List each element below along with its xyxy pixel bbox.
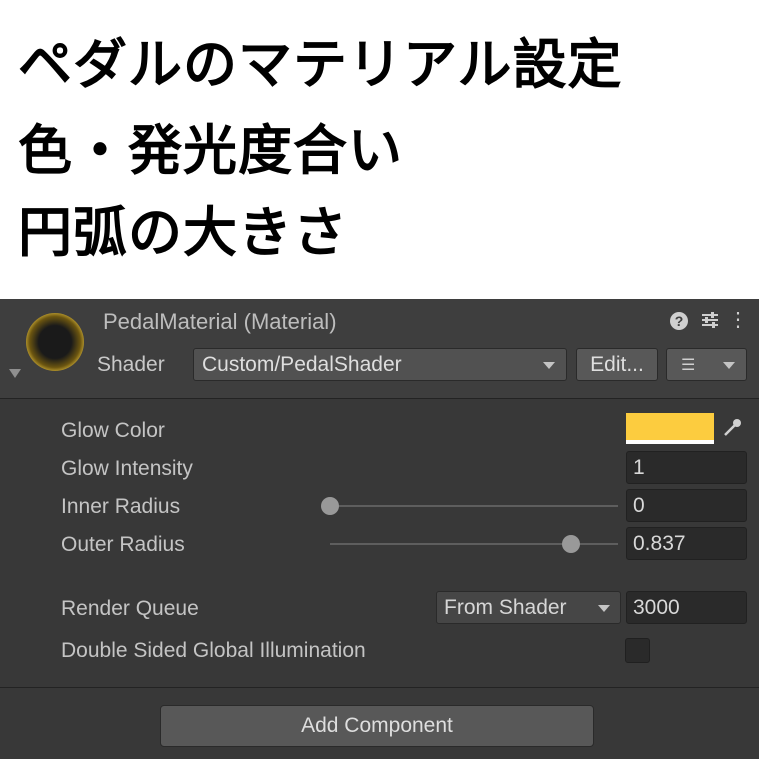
render-queue-label: Render Queue (61, 597, 199, 620)
foldout-arrow-icon[interactable] (9, 369, 21, 378)
shader-label: Shader (97, 353, 165, 376)
render-queue-dropdown[interactable]: From Shader (436, 591, 621, 624)
inner-radius-slider-thumb[interactable] (321, 497, 339, 515)
shader-dropdown[interactable]: Custom/PedalShader (193, 348, 567, 381)
inner-radius-field[interactable]: 0 (626, 489, 747, 522)
double-sided-gi-label: Double Sided Global Illumination (61, 639, 366, 662)
shader-value: Custom/PedalShader (202, 353, 402, 376)
material-header: PedalMaterial (Material) ? ⋮ Shader Cust… (0, 299, 759, 399)
chevron-down-icon (598, 605, 610, 612)
caption-line-3: 円弧の大きさ (18, 201, 348, 264)
render-queue-field[interactable]: 3000 (626, 591, 747, 624)
glow-color-label: Glow Color (61, 419, 165, 442)
shader-options-button[interactable]: ☰ (666, 348, 747, 381)
caption-line-1: ペダルのマテリアル設定 (18, 33, 623, 96)
material-preview (26, 313, 84, 371)
inner-radius-slider[interactable] (330, 505, 618, 507)
material-title: PedalMaterial (Material) (103, 309, 337, 334)
caption-line-2: 色・発光度合い (18, 119, 403, 182)
inner-radius-label: Inner Radius (61, 495, 181, 518)
outer-radius-field[interactable]: 0.837 (626, 527, 747, 560)
glow-intensity-field[interactable]: 1 (626, 451, 747, 484)
chevron-down-icon (723, 362, 735, 369)
help-icon[interactable]: ? (668, 307, 690, 333)
glow-color-swatch[interactable] (626, 413, 714, 444)
add-component-button[interactable]: Add Component (160, 705, 594, 747)
outer-radius-label: Outer Radius (61, 533, 185, 556)
material-inspector: PedalMaterial (Material) ? ⋮ Shader Cust… (0, 299, 759, 759)
chevron-down-icon (543, 362, 555, 369)
divider (0, 687, 759, 688)
outer-radius-slider-thumb[interactable] (562, 535, 581, 553)
render-queue-mode: From Shader (444, 596, 567, 619)
menu-icon[interactable]: ⋮ (728, 307, 748, 333)
edit-shader-button[interactable]: Edit... (576, 348, 658, 381)
eyedropper-icon[interactable] (716, 413, 747, 444)
list-icon: ☰ (681, 357, 696, 374)
glow-intensity-label: Glow Intensity (61, 457, 193, 480)
preset-icon[interactable] (698, 307, 722, 333)
double-sided-gi-checkbox[interactable] (625, 638, 650, 663)
